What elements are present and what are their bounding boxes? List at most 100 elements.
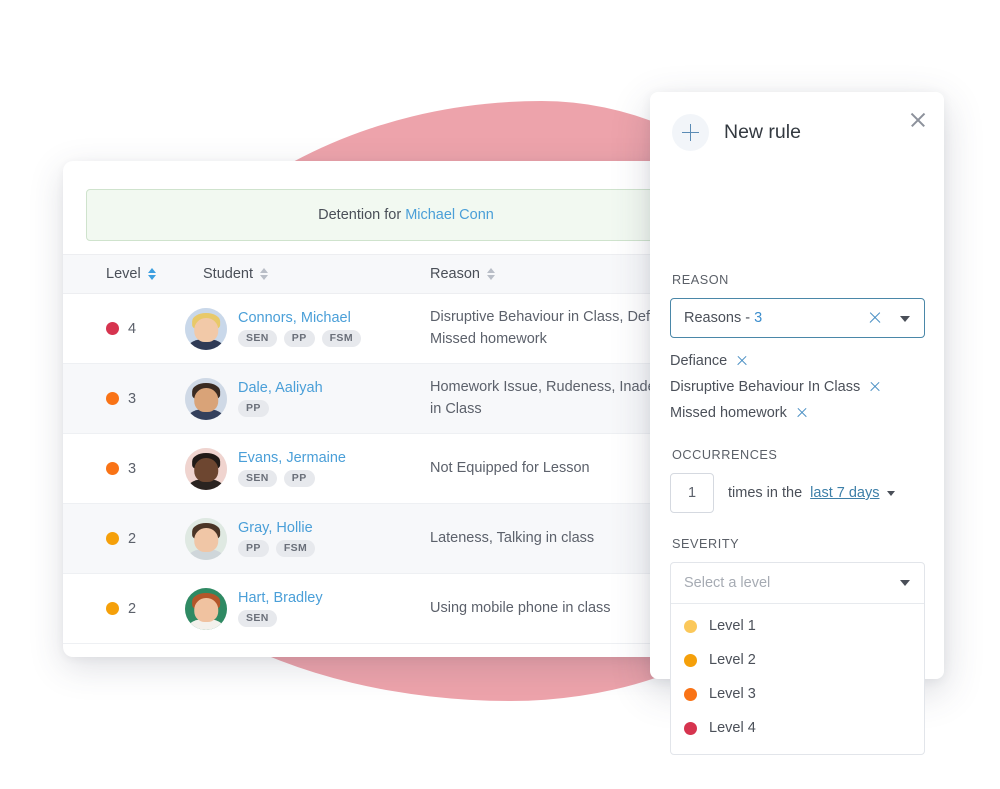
severity-dot-icon [106,532,119,545]
level-value: 3 [128,390,137,407]
student-tags: SEN PP [238,470,346,487]
student-name-link[interactable]: Evans, Jermaine [238,450,346,466]
student-name-link[interactable]: Hart, Bradley [238,590,323,606]
sort-icon-student[interactable] [260,267,269,281]
reason-clear-icon[interactable] [868,311,882,325]
reason-select[interactable]: Reasons - 3 [670,298,925,338]
student-tag: PP [283,470,315,487]
sort-icon-level[interactable] [147,267,157,281]
plus-icon[interactable] [672,114,709,151]
occurrences-field-label: OCCURRENCES [672,448,778,462]
cell-student: Evans, Jermaine SEN PP [185,434,346,503]
column-header-level-label: Level [106,266,141,282]
reason-chip: Disruptive Behaviour In Class [670,374,930,400]
cell-student: Connors, Michael SEN PP FSM [185,294,361,363]
reason-chevron-down-icon[interactable] [900,316,910,322]
reason-chip-list: Defiance Disruptive Behaviour In Class Mis… [670,348,930,426]
severity-option-label: Level 2 [709,652,756,668]
severity-option[interactable]: Level 1 [671,609,924,643]
student-tag: FSM [321,330,361,347]
reason-chip: Missed homework [670,400,930,426]
student-tags: PP [238,400,323,417]
student-meta: Gray, Hollie PP FSM [238,520,316,557]
student-name-link[interactable]: Connors, Michael [238,310,361,326]
reason-chip-label: Disruptive Behaviour In Class [670,379,861,395]
severity-chevron-down-icon[interactable] [900,580,910,586]
avatar [185,447,227,490]
column-header-student-label: Student [203,266,253,282]
reason-chip-label: Defiance [670,353,728,369]
occurrences-chevron-down-icon[interactable] [887,490,896,496]
avatar [185,587,227,630]
reason-chip: Defiance [670,348,930,374]
severity-select[interactable]: Select a level [671,563,924,604]
banner-student-link[interactable]: Michael Conn [405,207,494,223]
level-value: 2 [128,600,137,617]
severity-dot-icon [106,462,119,475]
avatar [185,517,227,560]
severity-level-dot-icon [684,687,697,701]
occurrences-row: times in the last 7 days [670,473,896,513]
reason-chip-remove-icon[interactable] [736,355,748,367]
severity-dot-icon [106,602,119,615]
reason-chip-remove-icon[interactable] [796,407,808,419]
severity-dot-icon [106,392,119,405]
student-tag: PP [283,330,315,347]
avatar [185,307,227,350]
student-tag: PP [238,400,269,417]
column-header-student[interactable]: Student [203,255,269,293]
sort-icon-reason[interactable] [486,267,496,281]
student-tags: PP FSM [238,540,316,557]
student-meta: Dale, Aaliyah PP [238,380,323,417]
column-header-reason[interactable]: Reason [430,255,496,293]
severity-field-label: SEVERITY [672,537,740,551]
student-tags: SEN PP FSM [238,330,361,347]
severity-level-dot-icon [684,619,697,633]
close-icon[interactable] [908,110,928,130]
column-header-reason-label: Reason [430,266,480,282]
reason-chip-label: Missed homework [670,405,787,421]
student-meta: Hart, Bradley SEN [238,590,323,627]
banner-prefix: Detention for [318,207,406,223]
reason-select-value: Reasons - 3 [684,310,762,326]
occurrences-period-link[interactable]: last 7 days [810,485,879,501]
new-rule-panel: New rule REASON Reasons - 3 Defiance Disr… [650,92,944,755]
reason-select-count: 3 [754,310,763,326]
severity-level-dot-icon [684,721,697,735]
student-tag: FSM [275,540,316,557]
severity-option-label: Level 4 [709,720,756,736]
severity-option[interactable]: Level 3 [671,677,924,711]
level-value: 3 [128,460,137,477]
occurrences-input[interactable] [670,473,714,513]
cell-level: 3 [106,364,136,433]
severity-option[interactable]: Level 4 [671,711,924,745]
column-header-level[interactable]: Level [106,255,157,293]
panel-header: New rule [672,114,801,151]
student-name-link[interactable]: Gray, Hollie [238,520,315,536]
occurrences-text: times in the last 7 days [728,485,896,501]
student-tag: PP [238,540,269,557]
severity-option[interactable]: Level 2 [671,643,924,677]
detention-banner-text: Detention for Michael Conn [318,207,494,223]
severity-option-label: Level 3 [709,686,756,702]
student-tag: SEN [238,330,277,347]
occurrences-static-text: times in the [728,485,803,501]
panel-title: New rule [724,121,801,143]
severity-placeholder: Select a level [684,575,771,591]
avatar [185,377,227,420]
cell-level: 3 [106,434,136,503]
student-name-link[interactable]: Dale, Aaliyah [238,380,323,396]
reason-chip-remove-icon[interactable] [869,381,881,393]
cell-student: Hart, Bradley SEN [185,574,323,643]
severity-level-dot-icon [684,653,697,667]
severity-option-label: Level 1 [709,618,756,634]
severity-dropdown: Select a level Level 1 Level 2 Level 3 Leve… [670,562,925,755]
reason-field-label: REASON [672,273,729,287]
severity-dot-icon [106,322,119,335]
detention-banner: Detention for Michael Conn [86,189,726,241]
cell-level: 2 [106,574,136,643]
cell-student: Gray, Hollie PP FSM [185,504,316,573]
level-value: 2 [128,530,137,547]
cell-level: 4 [106,294,136,363]
student-meta: Evans, Jermaine SEN PP [238,450,346,487]
